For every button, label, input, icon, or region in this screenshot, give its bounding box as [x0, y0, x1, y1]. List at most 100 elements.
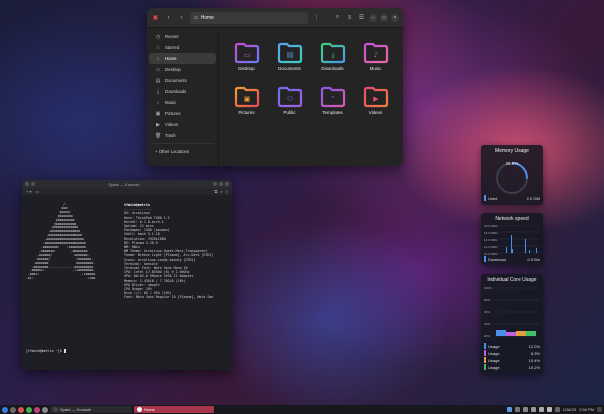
path-location: Home: [200, 14, 214, 21]
core-usage-widget[interactable]: Individual Core Usage 100% 80% 60% 40% 20% U…: [481, 274, 543, 374]
maximize-button[interactable]: □: [380, 13, 388, 22]
folder-icon: ⤓: [320, 42, 346, 64]
show-desktop-icon[interactable]: [10, 406, 16, 413]
sidebar-item-videos[interactable]: ▶ Videos: [149, 119, 216, 130]
terminal-toolbar: + ▾ ▭ ⧉ ⌕ ≡: [22, 188, 232, 195]
pin-icon[interactable]: [31, 182, 35, 186]
home-icon: ⌂: [194, 14, 198, 21]
view-toggle-icon[interactable]: ☰: [357, 13, 366, 22]
task-label: Home: [144, 407, 155, 412]
new-tab-icon[interactable]: + ▾: [26, 189, 31, 194]
network-speed-widget[interactable]: Network speed 18.0 KiB/s 16.0 KiB/s 14.0 K…: [481, 213, 543, 265]
svg-text:▣: ▣: [243, 95, 250, 103]
places-sidebar: ◷ Recent ☆ Starred ⌂ Home ▭ Desktop ▤ Documents ⤓ D…: [147, 28, 219, 166]
legend-label: Usage: [488, 357, 500, 363]
folder-desktop[interactable]: ▭ Desktop: [225, 42, 268, 86]
split-view-icon[interactable]: ▭: [35, 189, 39, 194]
folder-label: Videos: [368, 110, 383, 115]
core-bar: [496, 330, 506, 336]
folder-pictures[interactable]: ▣ Pictures: [225, 86, 268, 130]
peek-desktop-icon[interactable]: [597, 407, 602, 412]
terminal-icon: [53, 407, 58, 412]
maximize-button[interactable]: [219, 182, 223, 186]
folder-icon: ▶: [363, 86, 389, 108]
notifications-icon[interactable]: [514, 407, 520, 412]
sidebar-item-starred[interactable]: ☆ Starred: [149, 42, 216, 53]
clock-date[interactable]: 1/26/23: [563, 407, 576, 412]
sidebar-item-recent[interactable]: ◷ Recent: [149, 31, 216, 42]
core-usage-row: Usage 10.2%: [484, 364, 540, 370]
folder-public[interactable]: ⚇ Public: [268, 86, 311, 130]
folder-label: Documents: [278, 66, 301, 71]
memory-usage-widget[interactable]: Memory Usage 25.6% Used 2.0 GiB: [481, 145, 543, 205]
sidebar-item-documents[interactable]: ▤ Documents: [149, 75, 216, 86]
sidebar-item-trash[interactable]: 🗑 Trash: [149, 130, 216, 141]
sidebar-item-pictures[interactable]: ▣ Pictures: [149, 108, 216, 119]
folder-app-icon: ▣: [152, 15, 159, 21]
network-icon[interactable]: [530, 407, 536, 412]
terminal-title: Spark — Konsole: [108, 181, 140, 187]
sidebar-item-other-locations[interactable]: + Other Locations: [149, 146, 216, 157]
more-options-icon[interactable]: ⋮: [312, 13, 321, 22]
legend-value: 8.3%: [530, 350, 540, 356]
picture-icon: ▣: [155, 110, 161, 117]
sidebar-item-music[interactable]: ♪ Music: [149, 97, 216, 108]
folder-label: Music: [369, 66, 382, 71]
clock-time[interactable]: 2:56 PM: [579, 407, 594, 412]
close-button[interactable]: ×: [391, 13, 399, 22]
minimize-button[interactable]: –: [369, 13, 377, 22]
file-manager-launcher-icon[interactable]: [26, 406, 32, 413]
core-usage-graph: [494, 287, 540, 337]
minimize-button[interactable]: [213, 182, 217, 186]
hamburger-menu-icon[interactable]: ≡: [226, 189, 228, 194]
folder-templates[interactable]: ⌃ Templates: [311, 86, 354, 130]
sidebar-item-downloads[interactable]: ⤓ Downloads: [149, 86, 216, 97]
folder-music[interactable]: ♪ Music: [354, 42, 397, 86]
bluetooth-icon[interactable]: [522, 407, 528, 412]
core-usage-row: Usage 8.3%: [484, 350, 540, 356]
sidebar-item-label: Videos: [165, 122, 179, 127]
task-files[interactable]: Home: [134, 406, 214, 413]
copy-icon[interactable]: ⧉: [215, 189, 218, 194]
forward-button[interactable]: ›: [177, 13, 186, 22]
sidebar-item-desktop[interactable]: ▭ Desktop: [149, 64, 216, 75]
close-button[interactable]: [225, 182, 229, 186]
svg-text:▶: ▶: [373, 95, 379, 103]
terminal-menu-icon[interactable]: [25, 182, 29, 186]
shell-prompt[interactable]: [tfmich@metrix ~]$: [26, 349, 66, 353]
battery-icon[interactable]: [546, 407, 552, 412]
folder-icon: ▣: [234, 86, 260, 108]
folder-documents[interactable]: ▤ Documents: [268, 42, 311, 86]
core-bar: [516, 331, 526, 336]
trash-icon: 🗑: [155, 132, 162, 139]
terminal-output[interactable]: /- ooo: yoooo/ yooooooo yooooooooo yoooo…: [22, 195, 232, 370]
legend-value: 0.0 B/s: [527, 256, 540, 262]
core-usage-row: Usage 10.4%: [484, 357, 540, 363]
search-icon[interactable]: ⌕: [220, 189, 222, 194]
chevron-up-icon[interactable]: [554, 407, 560, 412]
settings-launcher-icon[interactable]: [42, 406, 48, 413]
folder-videos[interactable]: ▶ Videos: [354, 86, 397, 130]
folder-downloads[interactable]: ⤓ Downloads: [311, 42, 354, 86]
firefox-icon[interactable]: [18, 406, 24, 413]
app-launcher-icon-2[interactable]: [34, 406, 40, 413]
path-bar[interactable]: ⌂ Home: [190, 11, 308, 24]
search-icon[interactable]: ⌕: [333, 13, 342, 22]
svg-text:⚇: ⚇: [286, 95, 292, 103]
clipboard-icon[interactable]: [506, 407, 512, 412]
task-terminal[interactable]: Spark — Konsole: [50, 406, 132, 413]
file-manager-window: ▣ ‹ › ⌂ Home ⋮ ⌕ ≡ ☰ – □ × ◷ Recent ☆ Starr…: [147, 8, 403, 166]
view-options-icon[interactable]: ≡: [345, 13, 354, 22]
sidebar-item-home[interactable]: ⌂ Home: [149, 53, 216, 64]
volume-icon[interactable]: [538, 407, 544, 412]
system-info: tfmich@metrix -------------- OS: ArcoLin…: [124, 203, 214, 300]
legend-swatch: [484, 364, 486, 370]
desktop-icon: ▭: [155, 66, 161, 73]
folder-icon: ⌃: [320, 86, 346, 108]
document-icon: ▤: [155, 77, 161, 84]
app-launcher-icon[interactable]: [2, 406, 8, 413]
back-button[interactable]: ‹: [164, 13, 173, 22]
legend-label: Usage: [488, 343, 500, 349]
legend-swatch: [484, 350, 486, 356]
svg-text:▤: ▤: [286, 51, 293, 59]
